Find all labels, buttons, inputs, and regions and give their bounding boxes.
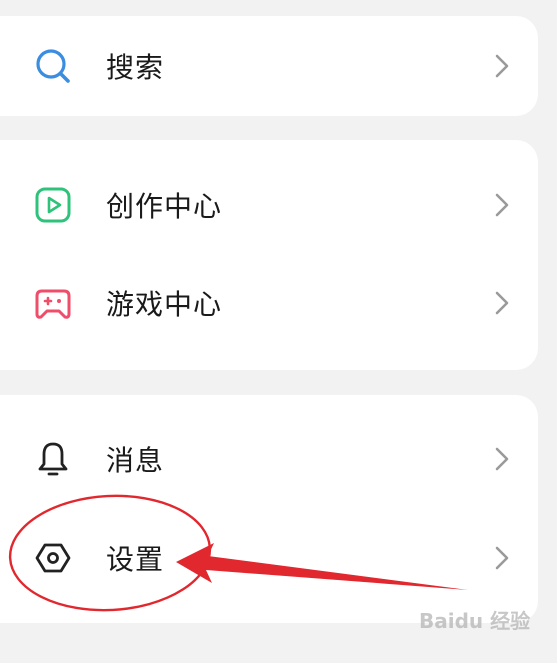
menu-group-centers: 创作中心 游戏中心 [0,140,538,370]
chevron-right-icon [492,191,512,219]
menu-item-label: 创作中心 [106,190,223,223]
menu-item-messages[interactable]: 消息 [0,414,538,504]
chevron-right-icon [492,289,512,317]
menu-item-creator-center[interactable]: 创作中心 [0,160,538,250]
watermark-logo: Baidu 经验 [419,609,531,633]
menu-item-label: 消息 [106,444,165,477]
menu-item-search[interactable]: 搜索 [0,21,538,111]
menu-group-system: 消息 设置 [0,395,538,623]
menu-group-search: 搜索 [0,16,538,116]
menu-item-label: 设置 [106,543,165,576]
settings-hexagon-icon [34,539,72,577]
chevron-right-icon [492,544,512,572]
menu-item-game-center[interactable]: 游戏中心 [0,258,538,348]
menu-item-label: 游戏中心 [106,288,223,321]
bell-icon [34,440,72,478]
chevron-right-icon [492,52,512,80]
menu-item-label: 搜索 [106,51,165,84]
search-icon [34,47,72,85]
menu-item-settings[interactable]: 设置 [0,513,538,603]
creator-play-icon [34,186,72,224]
gamepad-icon [34,284,72,322]
chevron-right-icon [492,445,512,473]
